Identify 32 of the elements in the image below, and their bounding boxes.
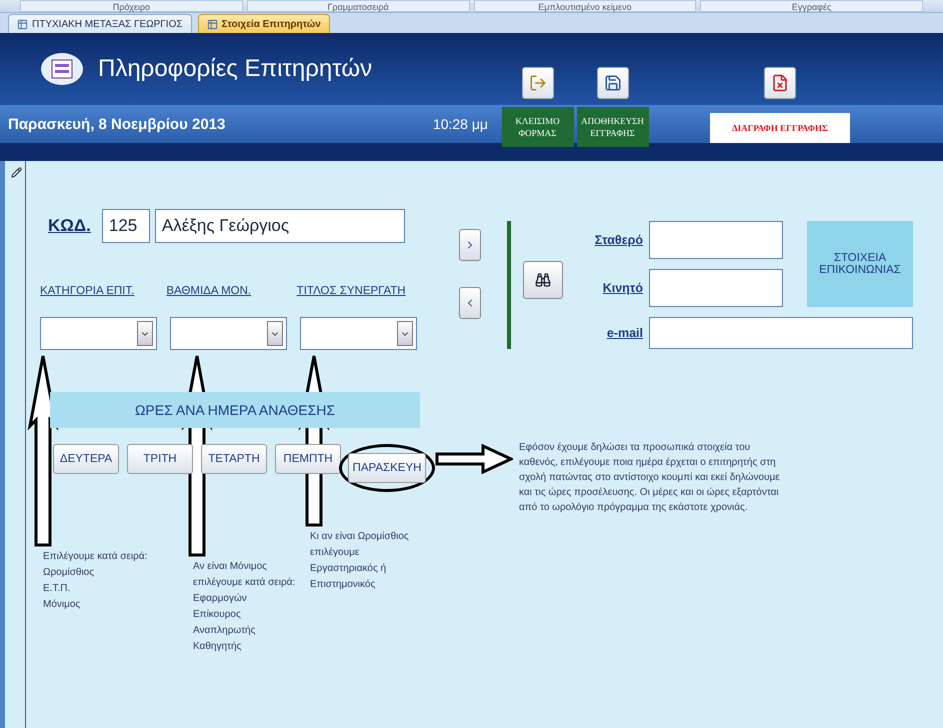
form-title: Πληροφορίες Επιτηρητών xyxy=(98,55,372,83)
name-field[interactable]: Αλέξης Γεώργιος xyxy=(154,209,405,243)
day-button[interactable]: ΠΑΡΑΣΚΕΥΗ xyxy=(348,453,426,483)
combo-label: ΒΑΘΜΙΔΑ ΜΟΝ. xyxy=(166,285,252,297)
day-button[interactable]: ΠΕΜΠΤΗ xyxy=(275,444,341,474)
document-tab[interactable]: ΠΤΥΧΙΑΚΗ ΜΕΤΑΞΑΣ ΓΕΩΡΓΙΟΣ xyxy=(8,14,192,33)
combo-label: ΤΙΤΛΟΣ ΣΥΝΕΡΓΑΤΗ xyxy=(296,285,407,297)
date-text: Παρασκευή, 8 Νοεμβρίου 2013 xyxy=(8,116,226,132)
annotation-note: Κι αν είναι Ωρομίσθιος επιλέγουμε Εργαστηριακός ή Επιστημονικός xyxy=(310,530,410,592)
field-label: e-mail xyxy=(606,326,643,340)
section-heading: ΣΤΟΙΧΕΙΑ ΕΠΙΚΟΙΝΩΝΙΑΣ xyxy=(807,221,913,307)
section-banner: ΩΡΕΣ ΑΝΑ ΗΜΕΡΑ ΑΝΑΘΕΣΗΣ xyxy=(50,392,420,428)
time-text: 10:28 μμ xyxy=(432,116,488,132)
annotation-note: Επιλέγουμε κατά σειρά: Ωρομίσθιος Ε.Τ.Π. Μόνιμος xyxy=(43,550,148,612)
day-button[interactable]: ΤΡΙΤΗ xyxy=(127,444,193,474)
explanation-note: Εφόσον έχουμε δηλώσει τα προσωπικά στοιχεία του καθενός, επιλέγουμε ποια ημέρα έρχεται ο επιτηρητής στη σχολή πατώντας στο αντίστοιχο κουμπί και εκεί δηλώνουμε και τις ώρες προσέλευσης. Οι μέρες και οι ώρες εξαρτόνται από το ωρολόγιο πρόγραμμα της εκάστοτε χρονιάς. xyxy=(519,441,781,515)
ribbon-group-label: Πρόχειρο xyxy=(20,0,243,12)
document-tab[interactable]: Στοιχεία Επιτηρητών xyxy=(198,14,330,33)
field-label: Κινητό xyxy=(602,281,643,295)
combo-label: ΚΑΤΗΓΟΡΙΑ ΕΠΙΤ. xyxy=(40,285,136,297)
code-field[interactable]: 125 xyxy=(102,209,150,243)
day-button[interactable]: ΤΕΤΑΡΤΗ xyxy=(201,444,267,474)
ribbon-group-label: Εμπλουτισμένο κείμενο xyxy=(474,0,696,12)
action-button[interactable]: ΑΠΟΘΗΚΕΥΣΗ ΕΓΓΡΑΦΗΣ xyxy=(576,107,648,147)
ribbon-group-label: Εγγραφές xyxy=(700,0,923,12)
field-label: Σταθερό xyxy=(594,233,643,247)
action-button[interactable]: ΔΙΑΓΡΑΦΗ ΕΓΓΡΑΦΗΣ xyxy=(710,113,850,143)
action-button[interactable]: ΚΛΕΙΣΙΜΟ ΦΟΡΜΑΣ xyxy=(502,107,574,147)
ribbon-group-label: Γραμματοσειρά xyxy=(246,0,470,12)
day-button[interactable]: ΔΕΥΤΕΡΑ xyxy=(53,444,119,474)
annotation-note: Αν είναι Μόνιμος επιλέγουμε κατά σειρά: Εφαρμογών Επίκουρος Αναπληρωτής Καθηγητής xyxy=(193,560,296,654)
code-label: ΚΩΔ. xyxy=(48,216,91,236)
